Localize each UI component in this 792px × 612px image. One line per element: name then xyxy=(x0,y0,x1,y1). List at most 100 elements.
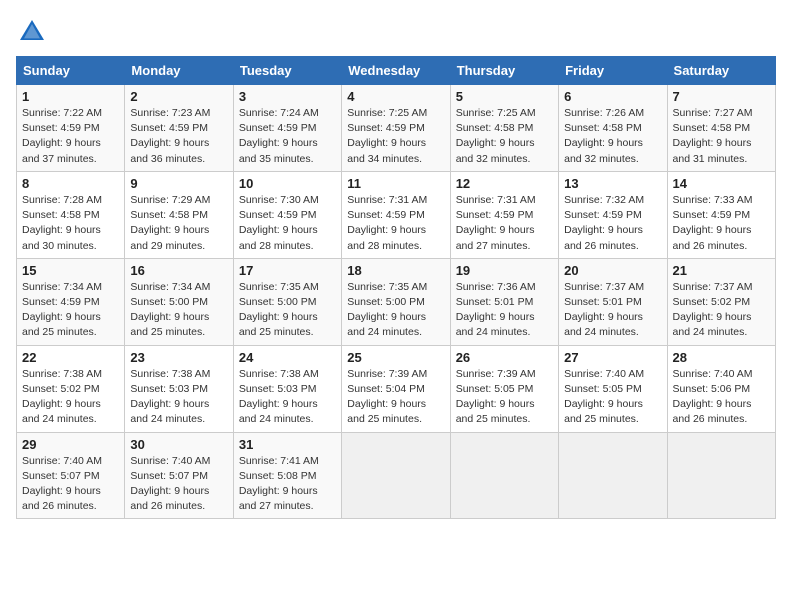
day-cell-24: 24 Sunrise: 7:38 AMSunset: 5:03 PMDaylig… xyxy=(233,345,341,432)
day-cell-23: 23 Sunrise: 7:38 AMSunset: 5:03 PMDaylig… xyxy=(125,345,233,432)
header-cell-thursday: Thursday xyxy=(450,57,558,85)
day-cell-4: 4 Sunrise: 7:25 AMSunset: 4:59 PMDayligh… xyxy=(342,85,450,172)
day-cell-9: 9 Sunrise: 7:29 AMSunset: 4:58 PMDayligh… xyxy=(125,171,233,258)
day-detail: Sunrise: 7:38 AMSunset: 5:02 PMDaylight:… xyxy=(22,367,119,428)
logo xyxy=(16,16,52,48)
day-detail: Sunrise: 7:25 AMSunset: 4:59 PMDaylight:… xyxy=(347,106,444,167)
empty-cell xyxy=(559,432,667,519)
header-row: SundayMondayTuesdayWednesdayThursdayFrid… xyxy=(17,57,776,85)
day-cell-25: 25 Sunrise: 7:39 AMSunset: 5:04 PMDaylig… xyxy=(342,345,450,432)
day-cell-6: 6 Sunrise: 7:26 AMSunset: 4:58 PMDayligh… xyxy=(559,85,667,172)
header-cell-monday: Monday xyxy=(125,57,233,85)
day-detail: Sunrise: 7:24 AMSunset: 4:59 PMDaylight:… xyxy=(239,106,336,167)
day-detail: Sunrise: 7:41 AMSunset: 5:08 PMDaylight:… xyxy=(239,454,336,515)
header-cell-friday: Friday xyxy=(559,57,667,85)
day-number: 22 xyxy=(22,350,119,365)
day-detail: Sunrise: 7:30 AMSunset: 4:59 PMDaylight:… xyxy=(239,193,336,254)
day-detail: Sunrise: 7:37 AMSunset: 5:01 PMDaylight:… xyxy=(564,280,661,341)
day-detail: Sunrise: 7:34 AMSunset: 4:59 PMDaylight:… xyxy=(22,280,119,341)
day-detail: Sunrise: 7:32 AMSunset: 4:59 PMDaylight:… xyxy=(564,193,661,254)
header-cell-saturday: Saturday xyxy=(667,57,775,85)
day-cell-20: 20 Sunrise: 7:37 AMSunset: 5:01 PMDaylig… xyxy=(559,258,667,345)
day-detail: Sunrise: 7:38 AMSunset: 5:03 PMDaylight:… xyxy=(239,367,336,428)
day-detail: Sunrise: 7:40 AMSunset: 5:06 PMDaylight:… xyxy=(673,367,770,428)
week-row-1: 1 Sunrise: 7:22 AMSunset: 4:59 PMDayligh… xyxy=(17,85,776,172)
empty-cell xyxy=(342,432,450,519)
day-detail: Sunrise: 7:35 AMSunset: 5:00 PMDaylight:… xyxy=(239,280,336,341)
day-number: 31 xyxy=(239,437,336,452)
day-detail: Sunrise: 7:40 AMSunset: 5:05 PMDaylight:… xyxy=(564,367,661,428)
day-number: 29 xyxy=(22,437,119,452)
day-number: 19 xyxy=(456,263,553,278)
calendar-body: 1 Sunrise: 7:22 AMSunset: 4:59 PMDayligh… xyxy=(17,85,776,519)
day-detail: Sunrise: 7:37 AMSunset: 5:02 PMDaylight:… xyxy=(673,280,770,341)
day-number: 10 xyxy=(239,176,336,191)
day-cell-1: 1 Sunrise: 7:22 AMSunset: 4:59 PMDayligh… xyxy=(17,85,125,172)
day-detail: Sunrise: 7:38 AMSunset: 5:03 PMDaylight:… xyxy=(130,367,227,428)
day-detail: Sunrise: 7:40 AMSunset: 5:07 PMDaylight:… xyxy=(130,454,227,515)
day-cell-31: 31 Sunrise: 7:41 AMSunset: 5:08 PMDaylig… xyxy=(233,432,341,519)
day-cell-11: 11 Sunrise: 7:31 AMSunset: 4:59 PMDaylig… xyxy=(342,171,450,258)
day-cell-5: 5 Sunrise: 7:25 AMSunset: 4:58 PMDayligh… xyxy=(450,85,558,172)
day-number: 8 xyxy=(22,176,119,191)
logo-icon xyxy=(16,16,48,48)
day-cell-30: 30 Sunrise: 7:40 AMSunset: 5:07 PMDaylig… xyxy=(125,432,233,519)
day-cell-27: 27 Sunrise: 7:40 AMSunset: 5:05 PMDaylig… xyxy=(559,345,667,432)
day-number: 17 xyxy=(239,263,336,278)
day-cell-12: 12 Sunrise: 7:31 AMSunset: 4:59 PMDaylig… xyxy=(450,171,558,258)
day-detail: Sunrise: 7:31 AMSunset: 4:59 PMDaylight:… xyxy=(347,193,444,254)
day-number: 12 xyxy=(456,176,553,191)
day-number: 1 xyxy=(22,89,119,104)
day-detail: Sunrise: 7:33 AMSunset: 4:59 PMDaylight:… xyxy=(673,193,770,254)
day-cell-10: 10 Sunrise: 7:30 AMSunset: 4:59 PMDaylig… xyxy=(233,171,341,258)
day-detail: Sunrise: 7:25 AMSunset: 4:58 PMDaylight:… xyxy=(456,106,553,167)
day-detail: Sunrise: 7:34 AMSunset: 5:00 PMDaylight:… xyxy=(130,280,227,341)
empty-cell xyxy=(667,432,775,519)
day-number: 21 xyxy=(673,263,770,278)
day-number: 24 xyxy=(239,350,336,365)
week-row-2: 8 Sunrise: 7:28 AMSunset: 4:58 PMDayligh… xyxy=(17,171,776,258)
day-detail: Sunrise: 7:40 AMSunset: 5:07 PMDaylight:… xyxy=(22,454,119,515)
day-number: 9 xyxy=(130,176,227,191)
day-cell-2: 2 Sunrise: 7:23 AMSunset: 4:59 PMDayligh… xyxy=(125,85,233,172)
day-number: 23 xyxy=(130,350,227,365)
day-detail: Sunrise: 7:39 AMSunset: 5:04 PMDaylight:… xyxy=(347,367,444,428)
day-number: 28 xyxy=(673,350,770,365)
day-cell-17: 17 Sunrise: 7:35 AMSunset: 5:00 PMDaylig… xyxy=(233,258,341,345)
day-cell-28: 28 Sunrise: 7:40 AMSunset: 5:06 PMDaylig… xyxy=(667,345,775,432)
week-row-5: 29 Sunrise: 7:40 AMSunset: 5:07 PMDaylig… xyxy=(17,432,776,519)
day-detail: Sunrise: 7:35 AMSunset: 5:00 PMDaylight:… xyxy=(347,280,444,341)
day-detail: Sunrise: 7:39 AMSunset: 5:05 PMDaylight:… xyxy=(456,367,553,428)
week-row-4: 22 Sunrise: 7:38 AMSunset: 5:02 PMDaylig… xyxy=(17,345,776,432)
day-detail: Sunrise: 7:22 AMSunset: 4:59 PMDaylight:… xyxy=(22,106,119,167)
empty-cell xyxy=(450,432,558,519)
day-cell-29: 29 Sunrise: 7:40 AMSunset: 5:07 PMDaylig… xyxy=(17,432,125,519)
day-detail: Sunrise: 7:27 AMSunset: 4:58 PMDaylight:… xyxy=(673,106,770,167)
day-cell-15: 15 Sunrise: 7:34 AMSunset: 4:59 PMDaylig… xyxy=(17,258,125,345)
day-cell-14: 14 Sunrise: 7:33 AMSunset: 4:59 PMDaylig… xyxy=(667,171,775,258)
day-cell-16: 16 Sunrise: 7:34 AMSunset: 5:00 PMDaylig… xyxy=(125,258,233,345)
day-number: 20 xyxy=(564,263,661,278)
day-number: 18 xyxy=(347,263,444,278)
day-detail: Sunrise: 7:36 AMSunset: 5:01 PMDaylight:… xyxy=(456,280,553,341)
day-number: 7 xyxy=(673,89,770,104)
day-cell-19: 19 Sunrise: 7:36 AMSunset: 5:01 PMDaylig… xyxy=(450,258,558,345)
day-detail: Sunrise: 7:23 AMSunset: 4:59 PMDaylight:… xyxy=(130,106,227,167)
day-cell-13: 13 Sunrise: 7:32 AMSunset: 4:59 PMDaylig… xyxy=(559,171,667,258)
day-number: 3 xyxy=(239,89,336,104)
week-row-3: 15 Sunrise: 7:34 AMSunset: 4:59 PMDaylig… xyxy=(17,258,776,345)
day-number: 2 xyxy=(130,89,227,104)
day-detail: Sunrise: 7:26 AMSunset: 4:58 PMDaylight:… xyxy=(564,106,661,167)
day-cell-21: 21 Sunrise: 7:37 AMSunset: 5:02 PMDaylig… xyxy=(667,258,775,345)
day-cell-8: 8 Sunrise: 7:28 AMSunset: 4:58 PMDayligh… xyxy=(17,171,125,258)
calendar-header: SundayMondayTuesdayWednesdayThursdayFrid… xyxy=(17,57,776,85)
day-cell-3: 3 Sunrise: 7:24 AMSunset: 4:59 PMDayligh… xyxy=(233,85,341,172)
day-cell-7: 7 Sunrise: 7:27 AMSunset: 4:58 PMDayligh… xyxy=(667,85,775,172)
day-number: 14 xyxy=(673,176,770,191)
day-number: 5 xyxy=(456,89,553,104)
day-number: 27 xyxy=(564,350,661,365)
header-cell-wednesday: Wednesday xyxy=(342,57,450,85)
day-number: 25 xyxy=(347,350,444,365)
day-number: 6 xyxy=(564,89,661,104)
day-detail: Sunrise: 7:28 AMSunset: 4:58 PMDaylight:… xyxy=(22,193,119,254)
